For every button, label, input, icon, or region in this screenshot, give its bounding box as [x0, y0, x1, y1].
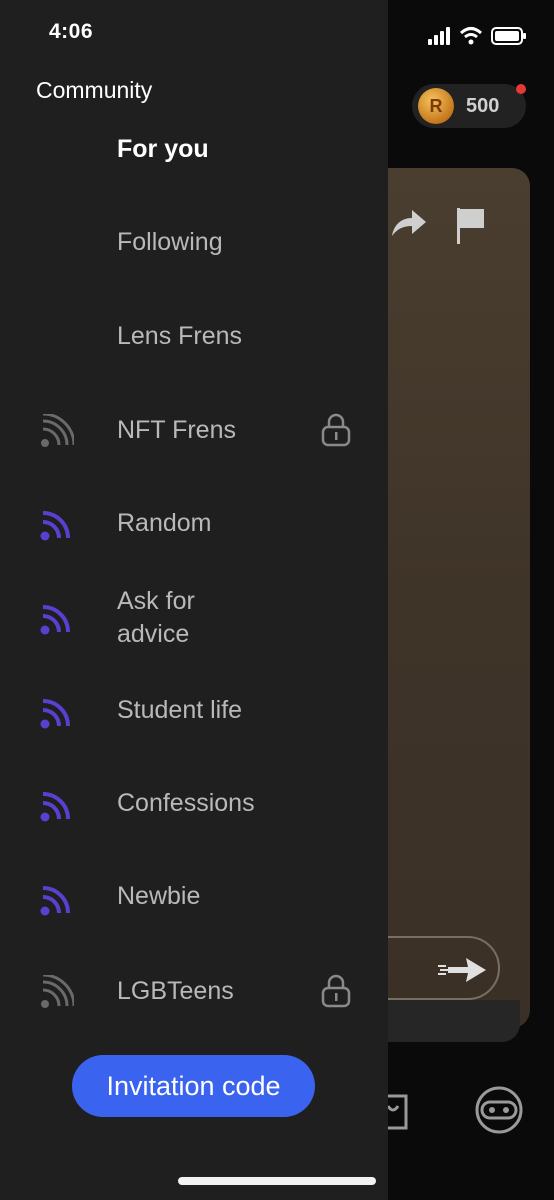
- rss-icon: [41, 414, 74, 447]
- menu-item-label: Newbie: [117, 882, 201, 910]
- bot-tab-icon[interactable]: [472, 1086, 526, 1134]
- invitation-code-button[interactable]: Invitation code: [72, 1055, 315, 1117]
- rss-icon: [40, 792, 70, 822]
- menu-item-label: Student life: [117, 696, 243, 724]
- menu-item-label: Confessions: [117, 789, 255, 817]
- home-indicator[interactable]: [178, 1177, 376, 1185]
- menu-item-lens-frens[interactable]: Lens Frens: [0, 320, 388, 354]
- rss-icon: [40, 886, 70, 916]
- menu-item-label: NFT Frens: [117, 416, 236, 444]
- menu-item-lgbteens[interactable]: LGBTeens: [0, 974, 388, 1010]
- coin-icon: R: [418, 88, 454, 124]
- coin-count: 500: [466, 95, 500, 117]
- screen: R 500 4:06 Community For you Following L…: [0, 0, 554, 1200]
- share-icon[interactable]: [388, 206, 428, 242]
- menu-item-label: For you: [117, 135, 209, 163]
- menu-item-for-you[interactable]: For you: [0, 133, 388, 167]
- lock-icon: [321, 413, 351, 447]
- menu-item-label: Lens Frens: [117, 322, 243, 350]
- flag-icon[interactable]: [454, 206, 486, 244]
- rss-icon: [40, 699, 70, 729]
- menu-item-confessions[interactable]: Confessions: [0, 787, 388, 822]
- menu-item-label: Ask for advice: [117, 587, 195, 648]
- notification-dot: [516, 84, 526, 94]
- rss-icon: [40, 605, 70, 635]
- menu-item-following[interactable]: Following: [0, 226, 388, 260]
- menu-item-label: Random: [117, 509, 212, 537]
- send-icon[interactable]: [436, 956, 488, 984]
- rss-icon: [40, 511, 70, 541]
- lock-icon: [321, 974, 351, 1008]
- rss-icon: [41, 975, 74, 1008]
- menu-item-newbie[interactable]: Newbie: [0, 880, 388, 916]
- menu-item-label: LGBTeens: [117, 977, 234, 1005]
- menu-item-student-life[interactable]: Student life: [0, 694, 388, 729]
- status-time: 4:06: [49, 20, 94, 43]
- menu-item-random[interactable]: Random: [0, 507, 388, 541]
- drawer-title: Community: [36, 77, 153, 103]
- coin-balance-pill[interactable]: R 500: [412, 84, 526, 128]
- community-drawer: 4:06 Community For you Following Lens Fr…: [0, 0, 388, 1200]
- menu-item-nft-frens[interactable]: NFT Frens: [0, 413, 388, 449]
- menu-item-ask-for-advice[interactable]: Ask for advice: [0, 585, 388, 651]
- status-icons: [428, 27, 526, 45]
- menu-item-label: Following: [117, 228, 223, 256]
